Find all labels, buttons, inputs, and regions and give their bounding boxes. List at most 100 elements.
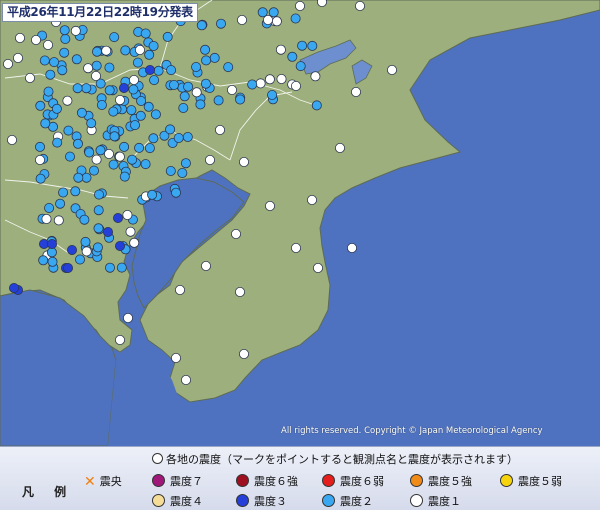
station-marker[interactable]: [44, 202, 55, 213]
station-marker[interactable]: [226, 85, 237, 96]
station-marker[interactable]: [148, 41, 159, 52]
station-marker[interactable]: [119, 171, 130, 182]
station-marker[interactable]: [115, 334, 126, 345]
station-marker[interactable]: [30, 35, 41, 46]
station-marker[interactable]: [70, 25, 81, 36]
station-marker[interactable]: [144, 65, 155, 76]
station-marker[interactable]: [62, 95, 73, 106]
station-marker[interactable]: [91, 60, 102, 71]
station-marker[interactable]: [89, 165, 100, 176]
station-marker[interactable]: [113, 212, 124, 223]
station-marker[interactable]: [47, 238, 58, 249]
station-marker[interactable]: [101, 45, 112, 56]
station-marker[interactable]: [200, 78, 211, 89]
station-marker[interactable]: [165, 124, 176, 135]
station-marker[interactable]: [223, 62, 234, 73]
station-marker[interactable]: [80, 236, 91, 247]
station-marker[interactable]: [47, 256, 58, 267]
station-marker[interactable]: [180, 158, 191, 169]
station-marker[interactable]: [213, 95, 224, 106]
station-marker[interactable]: [311, 100, 322, 111]
station-marker[interactable]: [287, 51, 298, 62]
station-marker[interactable]: [128, 84, 139, 95]
station-marker[interactable]: [104, 148, 115, 159]
station-marker[interactable]: [93, 223, 104, 234]
station-marker[interactable]: [94, 189, 105, 200]
station-marker[interactable]: [55, 198, 66, 209]
station-marker[interactable]: [234, 286, 245, 297]
station-marker[interactable]: [275, 44, 286, 55]
station-marker[interactable]: [310, 71, 321, 82]
station-marker[interactable]: [215, 18, 226, 29]
station-marker[interactable]: [60, 34, 71, 45]
station-marker[interactable]: [123, 312, 134, 323]
station-marker[interactable]: [38, 255, 49, 266]
station-marker[interactable]: [63, 262, 74, 273]
station-marker[interactable]: [306, 194, 317, 205]
station-marker[interactable]: [46, 247, 57, 258]
station-marker[interactable]: [191, 87, 202, 98]
station-marker[interactable]: [317, 0, 327, 7]
station-marker[interactable]: [75, 254, 86, 265]
station-marker[interactable]: [276, 74, 287, 85]
station-marker[interactable]: [119, 83, 130, 94]
station-marker[interactable]: [354, 1, 365, 11]
station-marker[interactable]: [84, 147, 95, 158]
station-marker[interactable]: [105, 262, 116, 273]
station-marker[interactable]: [51, 103, 62, 114]
station-marker[interactable]: [40, 118, 51, 129]
station-marker[interactable]: [45, 69, 56, 80]
station-marker[interactable]: [91, 154, 102, 165]
station-marker[interactable]: [104, 62, 115, 73]
station-marker[interactable]: [53, 215, 64, 226]
station-marker[interactable]: [119, 141, 130, 152]
station-marker[interactable]: [166, 65, 177, 76]
station-marker[interactable]: [201, 55, 212, 66]
station-marker[interactable]: [235, 94, 246, 105]
station-marker[interactable]: [255, 78, 266, 89]
station-marker[interactable]: [135, 110, 146, 121]
station-marker[interactable]: [12, 53, 23, 64]
station-marker[interactable]: [168, 80, 179, 91]
station-marker[interactable]: [72, 83, 83, 94]
station-marker[interactable]: [177, 167, 188, 178]
station-marker[interactable]: [92, 46, 103, 57]
station-marker[interactable]: [125, 226, 136, 237]
station-marker[interactable]: [267, 90, 278, 101]
station-marker[interactable]: [290, 13, 301, 24]
station-marker[interactable]: [238, 348, 249, 359]
station-marker[interactable]: [132, 57, 143, 68]
station-marker[interactable]: [290, 81, 301, 92]
station-marker[interactable]: [92, 242, 103, 253]
station-marker[interactable]: [115, 240, 126, 251]
station-marker[interactable]: [134, 45, 145, 56]
station-marker[interactable]: [103, 226, 114, 237]
station-marker[interactable]: [43, 86, 54, 97]
station-marker[interactable]: [8, 282, 19, 293]
station-marker[interactable]: [96, 100, 107, 111]
station-marker[interactable]: [179, 91, 190, 102]
station-marker[interactable]: [41, 213, 52, 224]
station-marker[interactable]: [140, 159, 151, 170]
station-marker[interactable]: [58, 187, 69, 198]
station-marker[interactable]: [268, 7, 279, 18]
station-marker[interactable]: [120, 45, 131, 56]
station-marker[interactable]: [129, 237, 140, 248]
station-marker[interactable]: [191, 62, 202, 73]
station-marker[interactable]: [264, 74, 275, 85]
station-marker[interactable]: [108, 159, 119, 170]
station-marker[interactable]: [24, 73, 35, 84]
station-marker[interactable]: [70, 186, 81, 197]
station-marker[interactable]: [294, 1, 305, 11]
station-marker[interactable]: [180, 374, 191, 385]
station-marker[interactable]: [140, 28, 151, 39]
station-marker[interactable]: [214, 125, 225, 136]
station-marker[interactable]: [150, 109, 161, 120]
station-marker[interactable]: [178, 103, 189, 114]
station-marker[interactable]: [73, 138, 84, 149]
station-marker[interactable]: [67, 244, 78, 255]
station-marker[interactable]: [93, 205, 104, 216]
station-marker[interactable]: [264, 200, 275, 211]
station-marker[interactable]: [116, 262, 127, 273]
station-marker[interactable]: [170, 352, 181, 363]
